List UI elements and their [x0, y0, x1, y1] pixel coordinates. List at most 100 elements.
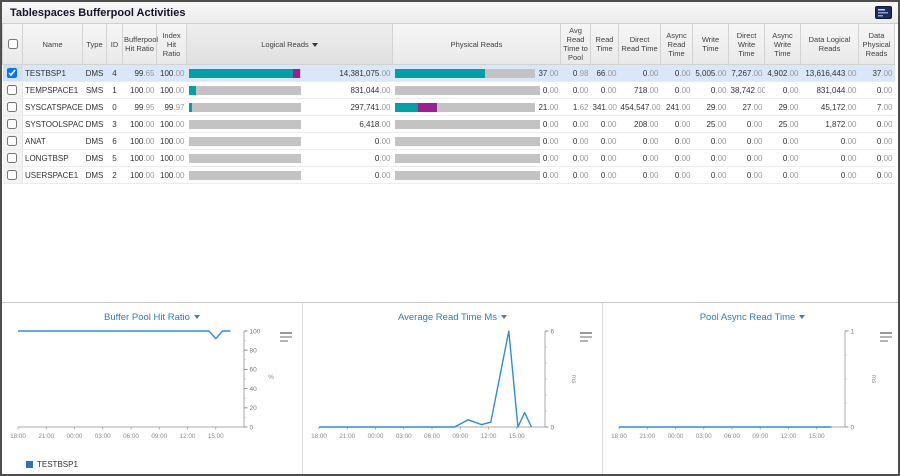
- chart-title-average-read-time[interactable]: Average Read Time Ms: [398, 312, 497, 323]
- chevron-down-icon: [194, 315, 200, 319]
- column-header-lr[interactable]: Logical Reads: [187, 24, 393, 65]
- row-select-checkbox[interactable]: [7, 68, 17, 78]
- row-select-checkbox[interactable]: [7, 85, 17, 95]
- svg-text:%: %: [268, 374, 274, 381]
- metric-value-cell: 718.00: [619, 82, 661, 99]
- bar-segment-data: [189, 69, 293, 78]
- metric-bar-cell: 0.00: [187, 167, 393, 184]
- tablespaces-bufferpool-window: Tablespaces Bufferpool Activities NameTy…: [0, 0, 900, 476]
- table-row[interactable]: TEMPSPACE1SMS1100.00100.00831,044.000.00…: [3, 82, 895, 99]
- column-header-id[interactable]: ID: [107, 24, 123, 65]
- metric-value: 0.00: [372, 137, 391, 146]
- table-row[interactable]: TESTBSP1DMS499.65100.0014,381,075.0037.0…: [3, 65, 895, 82]
- metric-value-cell: 0.00: [859, 116, 895, 133]
- table-row[interactable]: LONGTBSPDMS5100.00100.000.000.000.000.00…: [3, 150, 895, 167]
- metric-value-cell: 13,616,443.00: [801, 65, 859, 82]
- metric-value-cell: 0.98: [561, 65, 591, 82]
- metric-value-cell: 1.62: [561, 99, 591, 116]
- column-header-m5[interactable]: Direct Write Time: [729, 24, 765, 65]
- index-hit-ratio: 100.00: [157, 82, 187, 99]
- metric-value-cell: 0.00: [619, 150, 661, 167]
- tablespace-name: USERSPACE1: [23, 167, 83, 184]
- panel-control-icon[interactable]: [875, 6, 892, 19]
- buffer-pool-hit-ratio-chart: 020406080100%18:0021:0000:0003:0006:0009…: [2, 325, 302, 455]
- metric-bar-cell: 831,044.00: [187, 82, 393, 99]
- metric-value: 0.00: [372, 171, 391, 180]
- metric-value-cell: 0.00: [561, 150, 591, 167]
- svg-text:09:00: 09:00: [452, 433, 468, 440]
- row-select-checkbox[interactable]: [7, 136, 17, 146]
- metric-value: 0.00: [372, 154, 391, 163]
- tablespace-name: TESTBSP1: [23, 65, 83, 82]
- column-header-m4[interactable]: Write Time: [693, 24, 729, 65]
- table-row[interactable]: SYSCATSPACEDMS099.9599.97297,741.0021.00…: [3, 99, 895, 116]
- svg-text:06:00: 06:00: [123, 433, 139, 440]
- metric-bar: [395, 86, 540, 95]
- column-header-bp_hit[interactable]: Bufferpool Hit Ratio: [123, 24, 157, 65]
- legend-label: TESTBSP1: [37, 460, 78, 469]
- tablespace-name: TEMPSPACE1: [23, 82, 83, 99]
- metric-value-cell: 0.00: [693, 167, 729, 184]
- column-header-idx_hit[interactable]: Index Hit Ratio: [157, 24, 187, 65]
- metric-value-cell: 241.00: [661, 99, 693, 116]
- tablespace-type: DMS: [83, 150, 107, 167]
- bufferpool-hit-ratio: 100.00: [123, 167, 157, 184]
- tablespace-id: 1: [107, 82, 123, 99]
- metric-value: 0.00: [540, 137, 559, 146]
- table-row[interactable]: ANATDMS6100.00100.000.000.000.000.000.00…: [3, 133, 895, 150]
- chart-header: Pool Async Read Time: [603, 303, 900, 325]
- table-header-row: Name TypeIDBufferpool Hit Ratio Index Hit …: [3, 24, 895, 65]
- metric-bar: [189, 103, 301, 112]
- metric-value-cell: 45,172.00: [801, 99, 859, 116]
- metric-value-cell: 0.00: [619, 65, 661, 82]
- metric-bar: [395, 120, 540, 129]
- bufferpool-hit-ratio: 100.00: [123, 150, 157, 167]
- chart-options-icon[interactable]: [880, 329, 892, 347]
- column-header-m6[interactable]: Async Write Time: [765, 24, 801, 65]
- metric-value-cell: 0.00: [765, 150, 801, 167]
- column-header-label: Direct Write Time: [737, 31, 757, 58]
- metric-value-cell: 0.00: [693, 133, 729, 150]
- metric-value: 297,741.00: [347, 103, 390, 112]
- row-select-checkbox[interactable]: [7, 102, 17, 112]
- column-header-select[interactable]: [3, 24, 23, 65]
- chart-title-pool-async-read-time[interactable]: Pool Async Read Time: [700, 312, 796, 323]
- metric-value-cell: 0.00: [591, 82, 619, 99]
- column-header-pr[interactable]: Physical Reads: [393, 24, 561, 65]
- column-header-name[interactable]: Name: [23, 24, 83, 65]
- chart-options-icon[interactable]: [580, 329, 592, 347]
- chart-title-buffer-pool-hit-ratio[interactable]: Buffer Pool Hit Ratio: [104, 312, 190, 323]
- column-header-m2[interactable]: Direct Read Time: [619, 24, 661, 65]
- metric-value-cell: 4,902.00: [765, 65, 801, 82]
- table-row[interactable]: SYSTOOLSPACEDMS3100.00100.006,418.000.00…: [3, 116, 895, 133]
- svg-text:15:00: 15:00: [809, 433, 825, 440]
- column-header-m7[interactable]: Data Logical Reads: [801, 24, 859, 65]
- column-header-label: Name: [42, 40, 62, 49]
- row-select-checkbox[interactable]: [7, 153, 17, 163]
- column-header-type[interactable]: Type: [83, 24, 107, 65]
- select-all-checkbox[interactable]: [8, 39, 18, 49]
- row-select-checkbox[interactable]: [7, 170, 17, 180]
- column-header-label: Physical Reads: [451, 40, 503, 49]
- column-header-label: Index Hit Ratio: [162, 31, 180, 58]
- column-header-m8[interactable]: Data Physical Reads: [859, 24, 895, 65]
- metric-bar: [395, 137, 540, 146]
- average-read-time-chart: 06ms18:0021:0000:0003:0006:0009:0012:001…: [303, 325, 603, 455]
- metric-value: 14,381,075.00: [336, 69, 390, 78]
- row-select-checkbox[interactable]: [7, 119, 17, 129]
- svg-text:06:00: 06:00: [424, 433, 440, 440]
- metric-bar-cell: 37.00: [393, 65, 561, 82]
- metric-value-cell: 29.00: [693, 99, 729, 116]
- metric-value-cell: 0.00: [591, 116, 619, 133]
- chart-options-icon[interactable]: [280, 329, 292, 347]
- metric-value-cell: 454,547.00: [619, 99, 661, 116]
- column-header-m3[interactable]: Async Read Time: [661, 24, 693, 65]
- metric-bar: [189, 171, 301, 180]
- column-header-m0[interactable]: Avg Read Time to Pool: [561, 24, 591, 65]
- table-row[interactable]: USERSPACE1DMS2100.00100.000.000.000.000.…: [3, 167, 895, 184]
- metric-value-cell: 0.00: [561, 167, 591, 184]
- metric-value-cell: 0.00: [729, 167, 765, 184]
- svg-text:09:00: 09:00: [752, 433, 768, 440]
- column-header-m1[interactable]: Read Time: [591, 24, 619, 65]
- metric-bar-cell: 0.00: [187, 150, 393, 167]
